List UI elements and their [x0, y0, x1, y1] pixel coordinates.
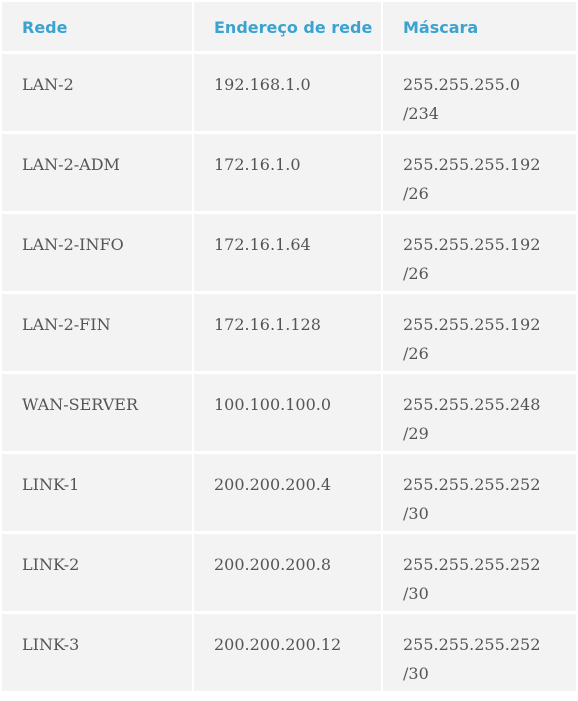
mask-prefix: /30 [403, 503, 429, 523]
table-row: LINK-3 200.200.200.12 255.255.255.252 /3… [2, 612, 576, 694]
cell-rede: LAN-2-ADM [2, 132, 194, 214]
cell-mascara: 255.255.255.252 /30 [382, 612, 576, 694]
mask-prefix: /30 [403, 583, 429, 603]
cell-endereco: 100.100.100.0 [193, 372, 383, 454]
cell-rede: LAN-2-FIN [2, 292, 194, 374]
table-row: LINK-1 200.200.200.4 255.255.255.252 /30 [2, 452, 576, 534]
network-table-container: Rede Endereço de rede Máscara LAN-2 192.… [0, 2, 578, 701]
table-row: LAN-2-INFO 172.16.1.64 255.255.255.192 /… [2, 212, 576, 294]
table-header: Rede Endereço de rede Máscara [2, 2, 576, 54]
mask-prefix: /30 [403, 663, 429, 683]
cell-endereco: 200.200.200.4 [193, 452, 383, 534]
table-row: LINK-2 200.200.200.8 255.255.255.252 /30 [2, 532, 576, 614]
mask-value: 255.255.255.248 [403, 394, 541, 414]
table-row: LAN-2-ADM 172.16.1.0 255.255.255.192 /26 [2, 132, 576, 214]
header-row: Rede Endereço de rede Máscara [2, 2, 576, 54]
cell-mascara: 255.255.255.252 /30 [382, 452, 576, 534]
cell-endereco: 200.200.200.8 [193, 532, 383, 614]
table-row: LAN-2 192.168.1.0 255.255.255.0 /234 [2, 52, 576, 134]
network-table: Rede Endereço de rede Máscara LAN-2 192.… [2, 2, 576, 694]
mask-value: 255.255.255.252 [403, 474, 541, 494]
table-row: WAN-SERVER 100.100.100.0 255.255.255.248… [2, 372, 576, 454]
table-row: LAN-2-FIN 172.16.1.128 255.255.255.192 /… [2, 292, 576, 374]
cell-mascara: 255.255.255.192 /26 [382, 132, 576, 214]
header-rede: Rede [2, 2, 194, 54]
table-body: LAN-2 192.168.1.0 255.255.255.0 /234 LAN… [2, 52, 576, 694]
cell-endereco: 172.16.1.128 [193, 292, 383, 374]
cell-rede: LINK-2 [2, 532, 194, 614]
cell-rede: LAN-2 [2, 52, 194, 134]
cell-endereco: 192.168.1.0 [193, 52, 383, 134]
header-mascara: Máscara [382, 2, 576, 54]
cell-mascara: 255.255.255.192 /26 [382, 292, 576, 374]
mask-value: 255.255.255.252 [403, 554, 541, 574]
mask-value: 255.255.255.192 [403, 234, 541, 254]
cell-rede: LAN-2-INFO [2, 212, 194, 294]
cell-mascara: 255.255.255.192 /26 [382, 212, 576, 294]
cell-mascara: 255.255.255.248 /29 [382, 372, 576, 454]
mask-prefix: /26 [403, 263, 429, 283]
cell-rede: LINK-1 [2, 452, 194, 534]
mask-prefix: /26 [403, 183, 429, 203]
mask-value: 255.255.255.192 [403, 314, 541, 334]
mask-value: 255.255.255.0 [403, 74, 521, 94]
cell-endereco: 200.200.200.12 [193, 612, 383, 694]
cell-mascara: 255.255.255.0 /234 [382, 52, 576, 134]
cell-rede: WAN-SERVER [2, 372, 194, 454]
cell-mascara: 255.255.255.252 /30 [382, 532, 576, 614]
mask-value: 255.255.255.192 [403, 154, 541, 174]
mask-prefix: /26 [403, 343, 429, 363]
mask-value: 255.255.255.252 [403, 634, 541, 654]
cell-endereco: 172.16.1.64 [193, 212, 383, 294]
mask-prefix: /234 [403, 103, 439, 123]
mask-prefix: /29 [403, 423, 429, 443]
cell-endereco: 172.16.1.0 [193, 132, 383, 214]
header-endereco: Endereço de rede [193, 2, 383, 54]
cell-rede: LINK-3 [2, 612, 194, 694]
